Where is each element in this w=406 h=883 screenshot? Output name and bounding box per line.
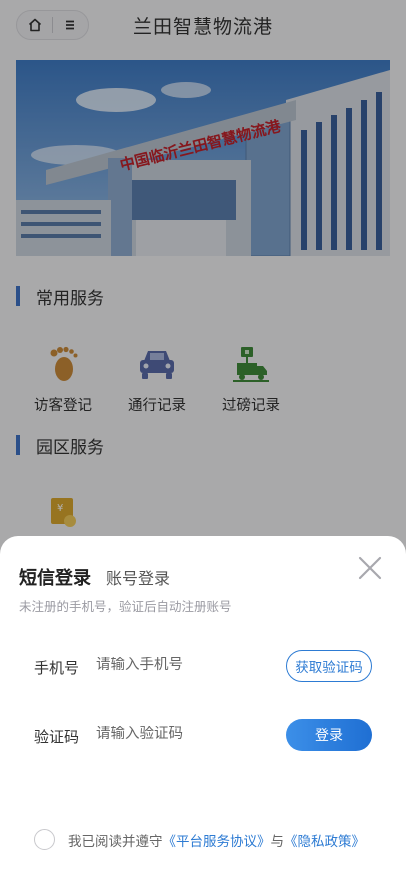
agreement-prefix: 我已阅读并遵守 — [68, 833, 163, 850]
agreement-row: 我已阅读并遵守 《平台服务协议》 与 《隐私政策》 — [34, 829, 365, 850]
close-button[interactable] — [354, 552, 386, 584]
code-input[interactable] — [96, 726, 276, 742]
get-code-button[interactable]: 获取验证码 — [286, 650, 372, 682]
login-sheet: 短信登录 账号登录 未注册的手机号，验证后自动注册账号 手机号 获取验证码 验证… — [0, 536, 406, 883]
privacy-policy-link[interactable]: 《隐私政策》 — [284, 830, 365, 850]
code-label: 验证码 — [34, 728, 80, 746]
phone-label: 手机号 — [34, 659, 80, 677]
tab-account-login[interactable]: 账号登录 — [106, 565, 170, 589]
agreement-connector: 与 — [270, 833, 285, 850]
agreement-checkbox[interactable] — [34, 829, 55, 850]
phone-input[interactable] — [96, 657, 276, 673]
login-button[interactable]: 登录 — [286, 719, 372, 751]
close-icon — [358, 556, 382, 580]
service-agreement-link[interactable]: 《平台服务协议》 — [163, 830, 271, 850]
register-hint: 未注册的手机号，验证后自动注册账号 — [19, 599, 232, 614]
tab-sms-login[interactable]: 短信登录 — [19, 564, 91, 590]
